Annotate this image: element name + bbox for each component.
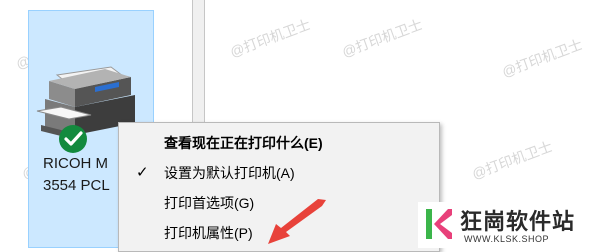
check-icon: ✓ <box>136 164 149 181</box>
watermark: @打印机卫士 <box>227 16 313 60</box>
annotation-arrow-icon <box>268 199 326 244</box>
menu-item-label: 打印首选项(G) <box>164 195 255 211</box>
logo-name: 狂崗软件站 <box>460 209 576 234</box>
logo-url: WWW.KLSK.SHOP <box>464 234 550 244</box>
menu-item-label: 设置为默认打印机(A) <box>164 165 295 181</box>
menu-item-label: 打印机属性(P) <box>164 225 253 241</box>
watermark: @打印机卫士 <box>339 16 425 60</box>
menu-item-see-printing[interactable]: 查看现在正在打印什么(E) <box>119 129 439 157</box>
watermark: @打印机卫士 <box>499 36 585 80</box>
logo-k-icon <box>426 209 452 239</box>
site-logo: 狂崗软件站 WWW.KLSK.SHOP <box>418 202 600 248</box>
watermark: @打印机卫士 <box>469 138 555 182</box>
devices-pane: @打印机卫士 @打印机卫士 @打印机卫士 @打印机卫士 @打印机卫士 @打印机卫… <box>0 0 600 252</box>
menu-item-label: 查看现在正在打印什么(E) <box>164 135 323 151</box>
menu-item-set-default[interactable]: ✓ 设置为默认打印机(A) <box>119 159 439 187</box>
